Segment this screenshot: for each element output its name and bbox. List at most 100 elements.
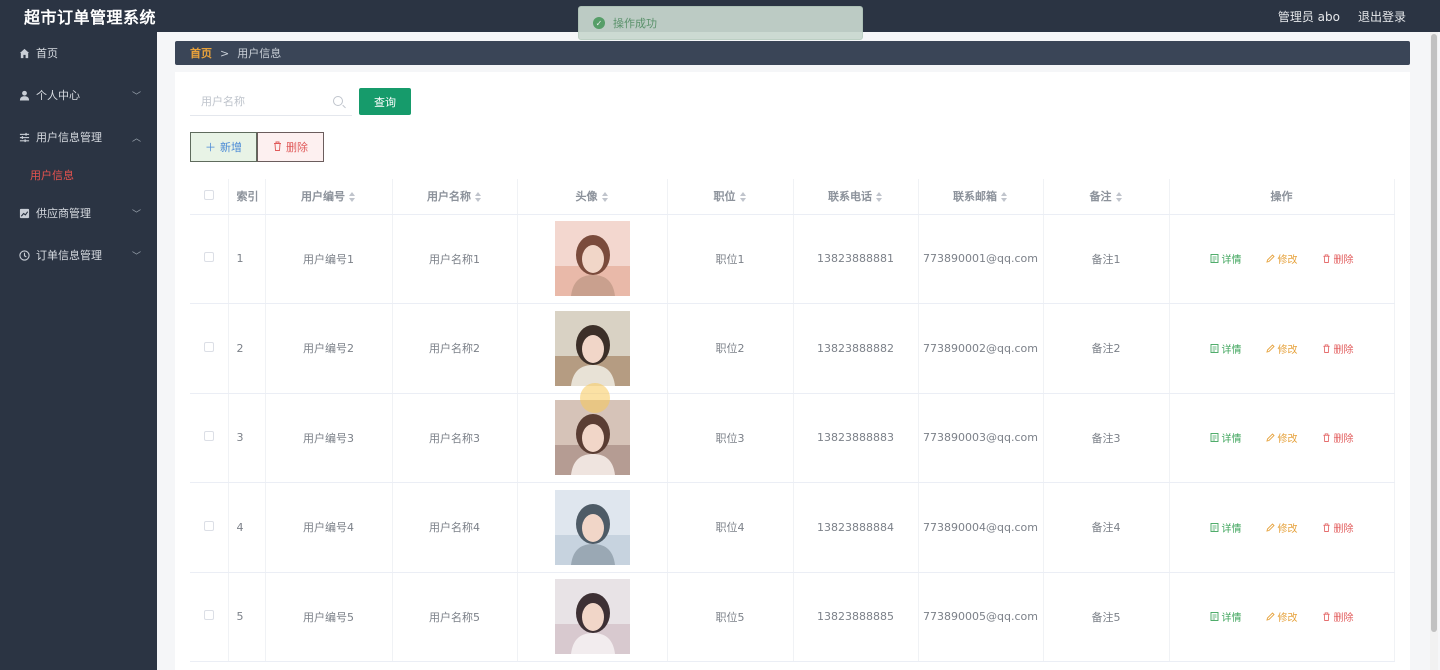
sidebar-subitem-user-info[interactable]: 用户信息	[0, 158, 157, 192]
delete-row-button[interactable]: 删除	[1322, 341, 1354, 356]
avatar[interactable]	[554, 489, 630, 565]
sort-icon[interactable]	[601, 192, 609, 203]
delete-row-button[interactable]: 删除	[1322, 430, 1354, 445]
sort-icon[interactable]	[739, 192, 747, 203]
sort-icon[interactable]	[1001, 192, 1008, 203]
header-user-no[interactable]: 用户编号	[265, 179, 393, 215]
table-row[interactable]: 3 用户编号3 用户名称3 职位3 13823888883 773890003@qq.co…	[190, 393, 1395, 483]
sidebar-item-home[interactable]: 首页	[0, 32, 157, 74]
detail-button[interactable]: 详情	[1210, 520, 1242, 535]
select-all-checkbox[interactable]	[203, 189, 214, 200]
delete-row-button[interactable]: 删除	[1322, 609, 1354, 624]
row-index: 1	[228, 214, 266, 304]
edit-button[interactable]: 修改	[1265, 609, 1298, 624]
document-icon	[1210, 343, 1218, 353]
chevron-down-icon: ﹀	[131, 92, 141, 102]
sidebar-item-user-info-management[interactable]: 用户信息管理 ︿	[0, 116, 157, 158]
document-icon	[1210, 433, 1218, 443]
row-phone: 13823888885	[793, 572, 919, 662]
row-avatar-cell	[517, 303, 668, 394]
page-scrollbar[interactable]	[1430, 32, 1438, 670]
delete-row-button[interactable]: 删除	[1322, 251, 1354, 266]
sort-icon[interactable]	[475, 192, 482, 203]
breadcrumb-current: 用户信息	[237, 47, 282, 60]
row-phone: 13823888882	[793, 303, 919, 394]
edit-button[interactable]: 修改	[1265, 251, 1298, 266]
row-checkbox[interactable]	[203, 520, 214, 531]
row-select-cell	[190, 303, 229, 394]
edit-button[interactable]: 修改	[1265, 341, 1298, 356]
delete-row-button[interactable]: 删除	[1322, 520, 1354, 535]
sidebar-item-personal-center[interactable]: 个人中心 ﹀	[0, 74, 157, 116]
scrollbar-thumb[interactable]	[1431, 34, 1437, 632]
row-email: 773890002@qq.com	[918, 303, 1044, 394]
avatar[interactable]	[554, 310, 630, 386]
sidebar-item-supplier-management[interactable]: 供应商管理 ﹀	[0, 192, 157, 234]
row-checkbox[interactable]	[203, 431, 214, 442]
avatar[interactable]	[554, 221, 630, 297]
row-checkbox[interactable]	[203, 610, 214, 621]
pencil-icon	[1265, 254, 1275, 263]
table-row[interactable]: 4 用户编号4 用户名称4 职位4 13823888884 773890004@qq.co…	[190, 482, 1395, 573]
header-user-name[interactable]: 用户名称	[392, 179, 518, 215]
detail-button[interactable]: 详情	[1210, 609, 1242, 624]
main-panel: 查询 ＋ 新增 删除 索引 用户编号 用户名称 头像 职位 联系电话 联系邮箱 …	[175, 72, 1410, 670]
delete-label: 删除	[1333, 255, 1354, 267]
edit-button[interactable]: 修改	[1265, 520, 1298, 535]
row-checkbox[interactable]	[203, 341, 214, 352]
sort-icon[interactable]	[876, 192, 883, 203]
trash-icon	[1322, 254, 1330, 264]
chevron-down-icon: ﹀	[131, 252, 141, 262]
header-avatar[interactable]: 头像	[517, 179, 668, 215]
add-button-label: 新增	[220, 141, 242, 154]
edit-button[interactable]: 修改	[1265, 430, 1298, 445]
sort-icon[interactable]	[349, 192, 356, 203]
header-label: 职位	[713, 190, 736, 204]
row-user-no: 用户编号2	[265, 303, 393, 394]
avatar[interactable]	[554, 579, 630, 655]
row-position: 职位2	[667, 303, 794, 394]
user-area: 管理员 abo 退出登录	[1278, 0, 1406, 32]
query-button[interactable]: 查询	[359, 88, 411, 115]
row-checkbox[interactable]	[203, 252, 214, 263]
breadcrumb-home[interactable]: 首页	[190, 45, 212, 61]
row-user-name: 用户名称5	[392, 572, 518, 662]
sidebar-item-label: 供应商管理	[36, 207, 91, 220]
header-label: 联系邮箱	[953, 190, 997, 204]
row-select-cell	[190, 214, 229, 304]
check-circle-icon: ✓	[593, 17, 605, 29]
logout-link[interactable]: 退出登录	[1358, 8, 1406, 25]
chart-icon	[18, 207, 30, 219]
table-row[interactable]: 5 用户编号5 用户名称5 职位5 13823888885 773890005@qq.co…	[190, 572, 1395, 662]
header-note[interactable]: 备注	[1043, 179, 1170, 215]
trash-icon	[1322, 523, 1330, 532]
add-button[interactable]: ＋ 新增	[190, 132, 257, 162]
row-user-no: 用户编号5	[265, 572, 393, 662]
row-phone: 13823888881	[793, 214, 919, 304]
row-phone: 13823888883	[793, 393, 919, 483]
batch-delete-button[interactable]: 删除	[257, 132, 324, 162]
table-row[interactable]: 1 用户编号1 用户名称1 职位1 13823888881 773890001@qq.co…	[190, 214, 1395, 304]
sort-icon[interactable]	[1115, 192, 1123, 203]
delete-label: 删除	[1333, 523, 1354, 535]
detail-label: 详情	[1221, 613, 1242, 625]
header-position[interactable]: 职位	[667, 179, 794, 215]
sidebar-item-order-management[interactable]: 订单信息管理 ﹀	[0, 234, 157, 276]
document-icon	[1210, 254, 1218, 264]
row-select-cell	[190, 572, 229, 662]
row-position: 职位3	[667, 393, 794, 483]
detail-button[interactable]: 详情	[1210, 341, 1242, 356]
row-user-name: 用户名称3	[392, 393, 518, 483]
search-icon	[333, 96, 343, 106]
header-select-all	[190, 179, 229, 215]
header-phone[interactable]: 联系电话	[793, 179, 919, 215]
detail-button[interactable]: 详情	[1210, 251, 1242, 266]
table-row[interactable]: 2 用户编号2 用户名称2 职位2 13823888882 773890002@qq.co…	[190, 303, 1395, 394]
pencil-icon	[1265, 523, 1275, 532]
detail-button[interactable]: 详情	[1210, 430, 1242, 445]
row-index: 4	[228, 482, 266, 573]
search-input[interactable]	[201, 95, 331, 108]
delete-button-label: 删除	[286, 141, 308, 154]
header-email[interactable]: 联系邮箱	[918, 179, 1044, 215]
search-field	[190, 88, 352, 116]
